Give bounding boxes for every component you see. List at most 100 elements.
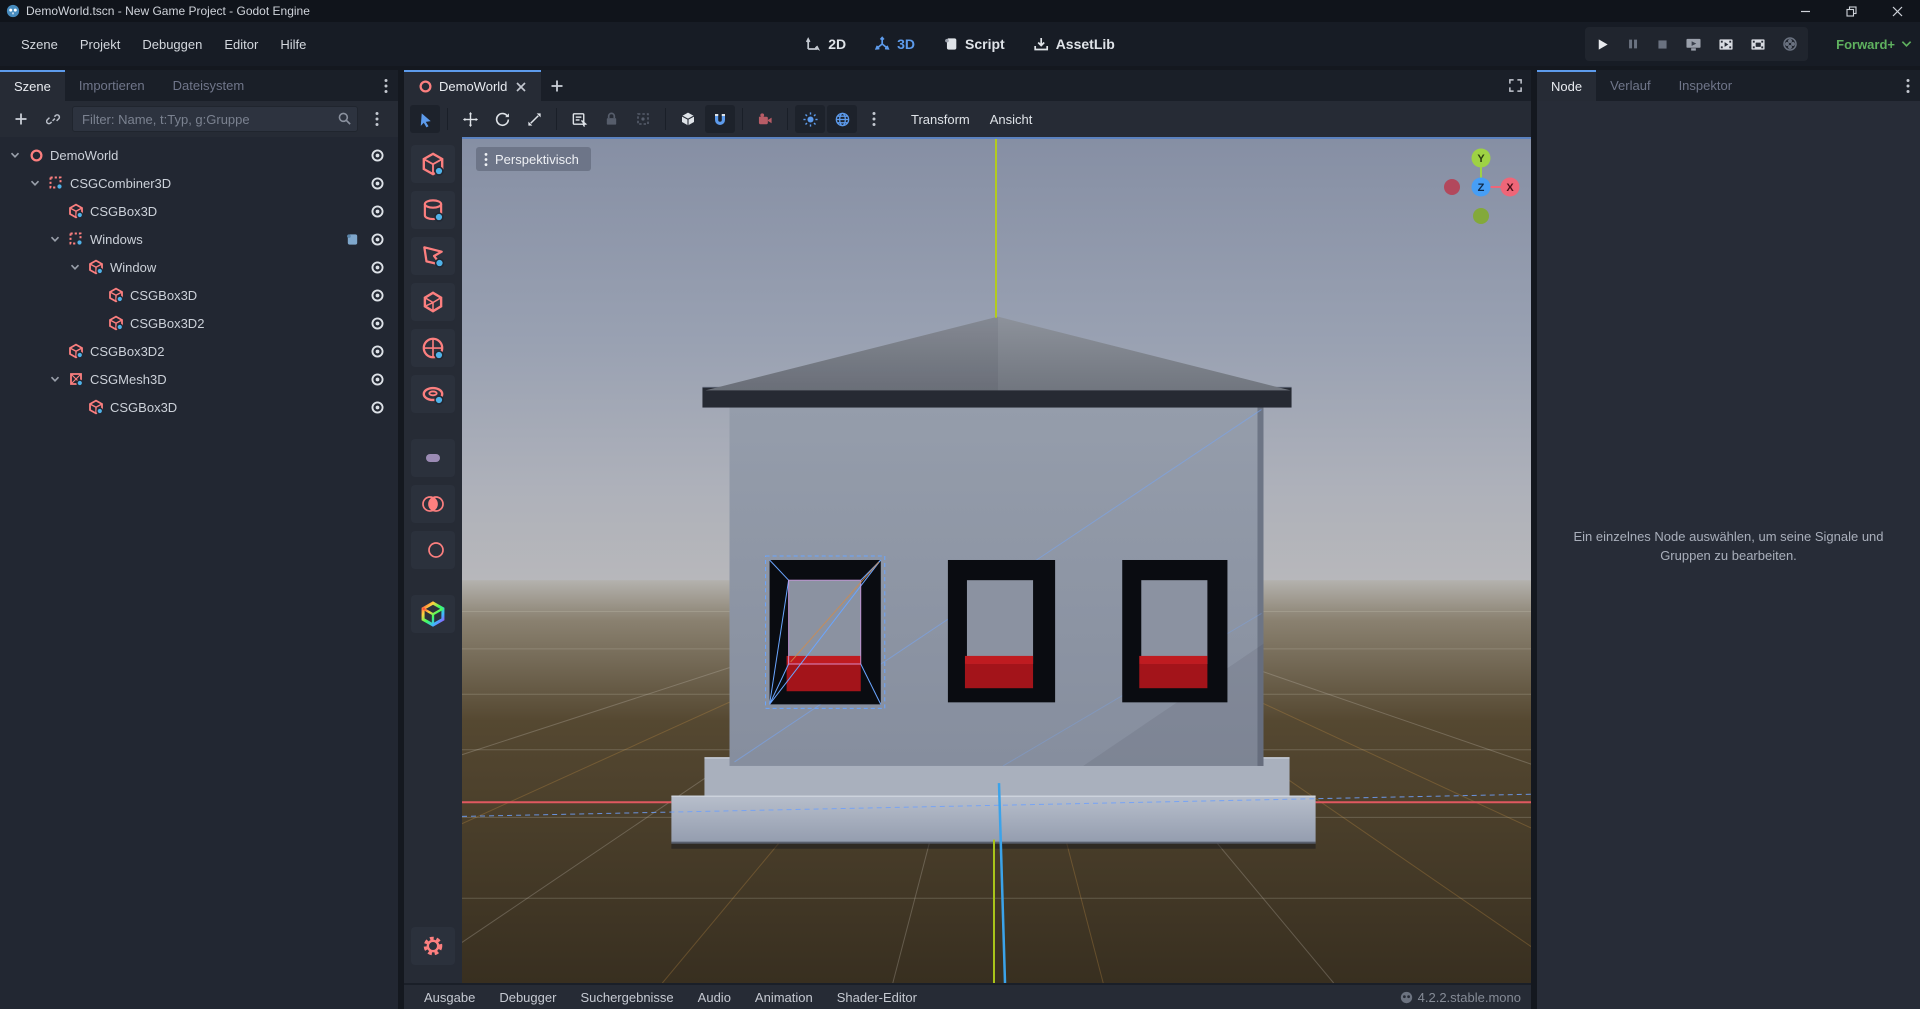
list-select-button[interactable] <box>564 105 594 133</box>
bottom-panel-tab[interactable]: Ausgabe <box>414 987 485 1008</box>
tab-close-icon[interactable] <box>515 81 527 93</box>
distraction-free-button[interactable] <box>1499 70 1531 101</box>
csg-tool-button[interactable] <box>411 237 455 275</box>
playback-button[interactable] <box>1656 38 1669 51</box>
tree-row[interactable]: CSGBox3D2 <box>0 337 398 365</box>
dock-tab[interactable]: Importieren <box>65 70 159 101</box>
workspace-tab[interactable]: Script <box>943 36 1005 52</box>
minimize-button[interactable] <box>1782 0 1828 22</box>
chevron-down-icon[interactable] <box>48 232 62 246</box>
camera-override-button[interactable] <box>750 105 780 133</box>
viewport-menu[interactable]: Transform <box>901 105 980 133</box>
playback-button[interactable] <box>1595 37 1610 52</box>
playback-button[interactable] <box>1626 37 1640 51</box>
visibility-eye-icon[interactable] <box>366 340 388 362</box>
instance-scene-button[interactable] <box>40 106 66 132</box>
tree-row[interactable]: Window <box>0 253 398 281</box>
chevron-down-icon[interactable] <box>28 176 42 190</box>
scene-tree-menu-button[interactable] <box>364 106 390 132</box>
lock-button[interactable] <box>596 105 626 133</box>
visibility-eye-icon[interactable] <box>366 256 388 278</box>
bottom-panel-tab[interactable]: Animation <box>745 987 823 1008</box>
workspace-tab[interactable]: 2D <box>805 36 846 52</box>
workspace-tab[interactable]: 3D <box>874 36 915 52</box>
dock-tab[interactable]: Inspektor <box>1665 70 1746 101</box>
tree-row[interactable]: CSGCombiner3D <box>0 169 398 197</box>
scene-tab-demoworld[interactable]: DemoWorld <box>404 70 541 101</box>
csg-settings-button[interactable] <box>411 927 455 965</box>
menu-item[interactable]: Projekt <box>69 32 131 57</box>
sun-env-menu-button[interactable] <box>859 105 889 133</box>
viewport-3d-render[interactable]: Perspektivisch Y X Z <box>462 137 1531 983</box>
visibility-eye-icon[interactable] <box>366 396 388 418</box>
bottom-panel-tab[interactable]: Suchergebnisse <box>570 987 683 1008</box>
workspace-tab[interactable]: AssetLib <box>1033 36 1115 52</box>
magnet-icon <box>712 111 728 127</box>
chevron-down-icon[interactable] <box>48 372 62 386</box>
menu-item[interactable]: Hilfe <box>269 32 317 57</box>
scale-tool-button[interactable] <box>519 105 549 133</box>
tree-row[interactable]: CSGBox3D2 <box>0 309 398 337</box>
viewport-main: Perspektivisch Y X Z <box>404 137 1531 983</box>
bottom-panel-tab[interactable]: Debugger <box>489 987 566 1008</box>
playback-button[interactable] <box>1782 36 1798 52</box>
close-button[interactable] <box>1874 0 1920 22</box>
perspective-menu[interactable]: Perspektivisch <box>476 147 591 171</box>
viewport-menu[interactable]: Ansicht <box>980 105 1043 133</box>
visibility-eye-icon[interactable] <box>366 284 388 306</box>
visibility-eye-icon[interactable] <box>366 368 388 390</box>
restore-button[interactable] <box>1828 0 1874 22</box>
select-tool-button[interactable] <box>410 105 440 133</box>
axis-gizmo[interactable]: Y X Z <box>1435 141 1527 233</box>
environment-preview-button[interactable] <box>827 105 857 133</box>
csg-tool-button[interactable] <box>411 375 455 413</box>
scene-filter-input[interactable] <box>72 106 358 132</box>
tree-row[interactable]: Windows <box>0 225 398 253</box>
menu-item[interactable]: Editor <box>213 32 269 57</box>
dock-tab[interactable]: Verlauf <box>1596 70 1664 101</box>
tree-row[interactable]: DemoWorld <box>0 141 398 169</box>
snap-toggle-button[interactable] <box>705 105 735 133</box>
csg-tool-button[interactable] <box>411 485 455 523</box>
playback-button[interactable] <box>1750 37 1766 52</box>
dock-menu-button[interactable] <box>374 70 398 101</box>
playback-button[interactable] <box>1685 37 1702 52</box>
local-space-button[interactable] <box>673 105 703 133</box>
visibility-eye-icon[interactable] <box>366 312 388 334</box>
3d-scene[interactable] <box>462 139 1531 983</box>
csg-tool-button[interactable] <box>411 595 455 633</box>
bottom-panel-tab[interactable]: Shader-Editor <box>827 987 927 1008</box>
renderer-selector[interactable]: Forward+ <box>1836 27 1912 61</box>
chevron-down-icon[interactable] <box>68 260 82 274</box>
new-scene-tab-button[interactable] <box>541 70 573 101</box>
visibility-eye-icon[interactable] <box>366 172 388 194</box>
tree-row[interactable]: CSGBox3D <box>0 197 398 225</box>
move-tool-button[interactable] <box>455 105 485 133</box>
dock-tab[interactable]: Dateisystem <box>159 70 259 101</box>
csg-tool-button[interactable] <box>411 191 455 229</box>
csg-tool-button[interactable] <box>411 145 455 183</box>
add-node-button[interactable] <box>8 106 34 132</box>
script-icon[interactable] <box>343 230 361 248</box>
tree-row[interactable]: CSGMesh3D <box>0 365 398 393</box>
bottom-panel-tab[interactable]: Audio <box>688 987 741 1008</box>
dock-menu-button[interactable] <box>1896 70 1920 101</box>
playback-button[interactable] <box>1718 37 1734 52</box>
visibility-eye-icon[interactable] <box>366 200 388 222</box>
tree-row[interactable]: CSGBox3D <box>0 393 398 421</box>
chevron-down-icon[interactable] <box>8 148 22 162</box>
csg-tool-button[interactable] <box>411 283 455 321</box>
dock-tab[interactable]: Node <box>1537 70 1596 101</box>
csg-tool-button[interactable] <box>411 531 455 569</box>
csg-tool-button[interactable] <box>411 329 455 367</box>
menu-item[interactable]: Debuggen <box>131 32 213 57</box>
tree-row[interactable]: CSGBox3D <box>0 281 398 309</box>
visibility-eye-icon[interactable] <box>366 228 388 250</box>
sun-preview-button[interactable] <box>795 105 825 133</box>
csg-tool-button[interactable] <box>411 439 455 477</box>
visibility-eye-icon[interactable] <box>366 144 388 166</box>
rotate-tool-button[interactable] <box>487 105 517 133</box>
menu-item[interactable]: Szene <box>10 32 69 57</box>
dock-tab[interactable]: Szene <box>0 70 65 101</box>
group-button[interactable] <box>628 105 658 133</box>
